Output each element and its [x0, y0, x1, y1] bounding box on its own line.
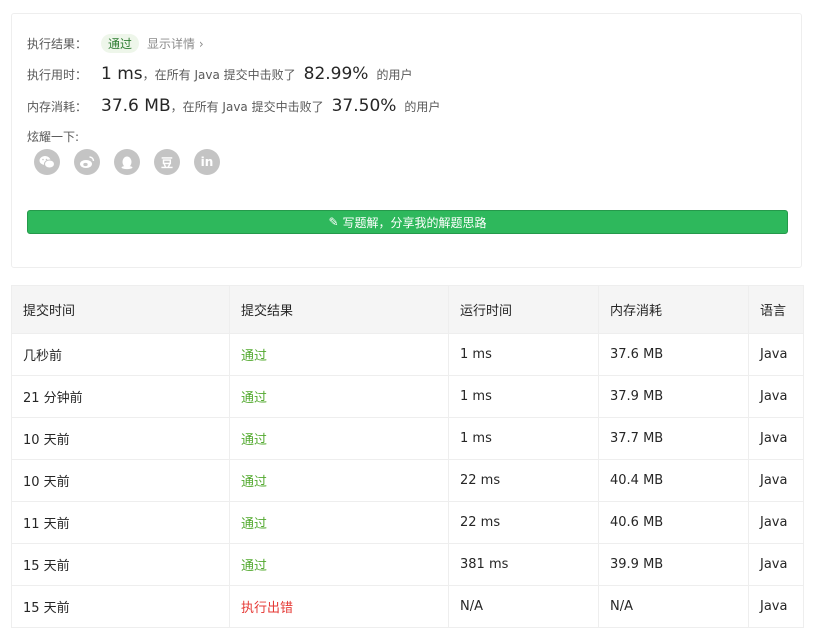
show-details-link[interactable]: 显示详情 › — [147, 35, 204, 52]
submit-time-cell: 21 分钟前 — [11, 375, 230, 418]
memory-label: 内存消耗： — [27, 100, 88, 114]
table-row: 10 天前 通过 22 ms 40.4 MB Java — [11, 459, 804, 502]
table-row: 10 天前 通过 1 ms 37.7 MB Java — [11, 417, 804, 460]
table-row: 几秒前 通过 1 ms 37.6 MB Java — [11, 333, 804, 376]
header-submit-result: 提交结果 — [229, 285, 449, 334]
submit-result-link[interactable]: 通过 — [241, 349, 267, 364]
language-cell: Java — [748, 459, 804, 502]
status-badge: 通过 — [101, 34, 140, 53]
social-share-icons: 豆 in — [34, 149, 234, 175]
submit-result-link[interactable]: 通过 — [241, 433, 267, 448]
runtime-cell: 22 ms — [448, 459, 599, 502]
memory-suffix: 的用户 — [404, 100, 441, 114]
runtime-label: 执行用时： — [27, 68, 88, 82]
table-row: 15 天前 执行出错 N/A N/A Java — [11, 585, 804, 628]
memory-cell: 39.9 MB — [598, 543, 749, 586]
submit-result-link[interactable]: 通过 — [241, 475, 267, 490]
submit-time-cell: 10 天前 — [11, 459, 230, 502]
runtime-value: 1 ms — [101, 64, 143, 84]
runtime-cell: 1 ms — [448, 333, 599, 376]
submit-result-link[interactable]: 通过 — [241, 517, 267, 532]
memory-value: 37.6 MB — [101, 96, 171, 116]
memory-cell: 40.4 MB — [598, 459, 749, 502]
wechat-icon[interactable] — [34, 149, 60, 175]
memory-cell: 37.7 MB — [598, 417, 749, 460]
runtime-percent: 82.99% — [303, 64, 369, 84]
memory-cell: N/A — [598, 585, 749, 628]
memory-cell: 40.6 MB — [598, 501, 749, 544]
header-memory: 内存消耗 — [598, 285, 749, 334]
runtime-prefix: ，在所有 Java 提交中击败了 — [142, 68, 296, 82]
language-cell: Java — [748, 375, 804, 418]
runtime-row: 执行用时： 1 ms ，在所有 Java 提交中击败了 82.99% 的用户 — [27, 64, 412, 84]
result-label: 执行结果： — [27, 37, 88, 51]
runtime-cell: 22 ms — [448, 501, 599, 544]
table-row: 21 分钟前 通过 1 ms 37.9 MB Java — [11, 375, 804, 418]
submit-time-cell: 10 天前 — [11, 417, 230, 460]
language-cell: Java — [748, 585, 804, 628]
memory-cell: 37.6 MB — [598, 333, 749, 376]
table-row: 11 天前 通过 22 ms 40.6 MB Java — [11, 501, 804, 544]
submissions-table: 提交时间 提交结果 运行时间 内存消耗 语言 几秒前 通过 1 ms 37.6 … — [11, 285, 804, 628]
submit-time-cell: 15 天前 — [11, 585, 230, 628]
runtime-cell: 381 ms — [448, 543, 599, 586]
table-row: 15 天前 通过 381 ms 39.9 MB Java — [11, 543, 804, 586]
submit-result-link[interactable]: 通过 — [241, 559, 267, 574]
memory-row: 内存消耗： 37.6 MB ，在所有 Java 提交中击败了 37.50% 的用… — [27, 96, 440, 116]
submit-result-link[interactable]: 执行出错 — [241, 601, 293, 616]
language-cell: Java — [748, 543, 804, 586]
memory-prefix: ，在所有 Java 提交中击败了 — [170, 100, 324, 114]
runtime-suffix: 的用户 — [376, 68, 413, 82]
result-row: 执行结果： 通过 显示详情 › — [27, 34, 204, 53]
header-submit-time: 提交时间 — [11, 285, 230, 334]
header-runtime: 运行时间 — [448, 285, 599, 334]
runtime-cell: N/A — [448, 585, 599, 628]
douban-icon[interactable]: 豆 — [154, 149, 180, 175]
runtime-cell: 1 ms — [448, 417, 599, 460]
header-language: 语言 — [748, 285, 804, 334]
result-card: 执行结果： 通过 显示详情 › 执行用时： 1 ms ，在所有 Java 提交中… — [11, 13, 802, 268]
linkedin-glyph: in — [200, 155, 214, 169]
weibo-icon[interactable] — [74, 149, 100, 175]
share-row: 炫耀一下: — [27, 128, 79, 145]
language-cell: Java — [748, 333, 804, 376]
submit-time-cell: 11 天前 — [11, 501, 230, 544]
table-header-row: 提交时间 提交结果 运行时间 内存消耗 语言 — [11, 285, 804, 334]
submit-time-cell: 15 天前 — [11, 543, 230, 586]
submit-result-link[interactable]: 通过 — [241, 391, 267, 406]
language-cell: Java — [748, 501, 804, 544]
memory-cell: 37.9 MB — [598, 375, 749, 418]
linkedin-icon[interactable]: in — [194, 149, 220, 175]
memory-percent: 37.50% — [331, 96, 397, 116]
pencil-icon: ✎ — [328, 215, 339, 229]
qq-icon[interactable] — [114, 149, 140, 175]
write-solution-button[interactable]: ✎ 写题解，分享我的解题思路 — [27, 210, 788, 234]
submit-time-cell: 几秒前 — [11, 333, 230, 376]
write-solution-label: 写题解，分享我的解题思路 — [342, 215, 487, 230]
language-cell: Java — [748, 417, 804, 460]
runtime-cell: 1 ms — [448, 375, 599, 418]
douban-glyph: 豆 — [160, 155, 173, 170]
share-label: 炫耀一下: — [27, 130, 80, 144]
